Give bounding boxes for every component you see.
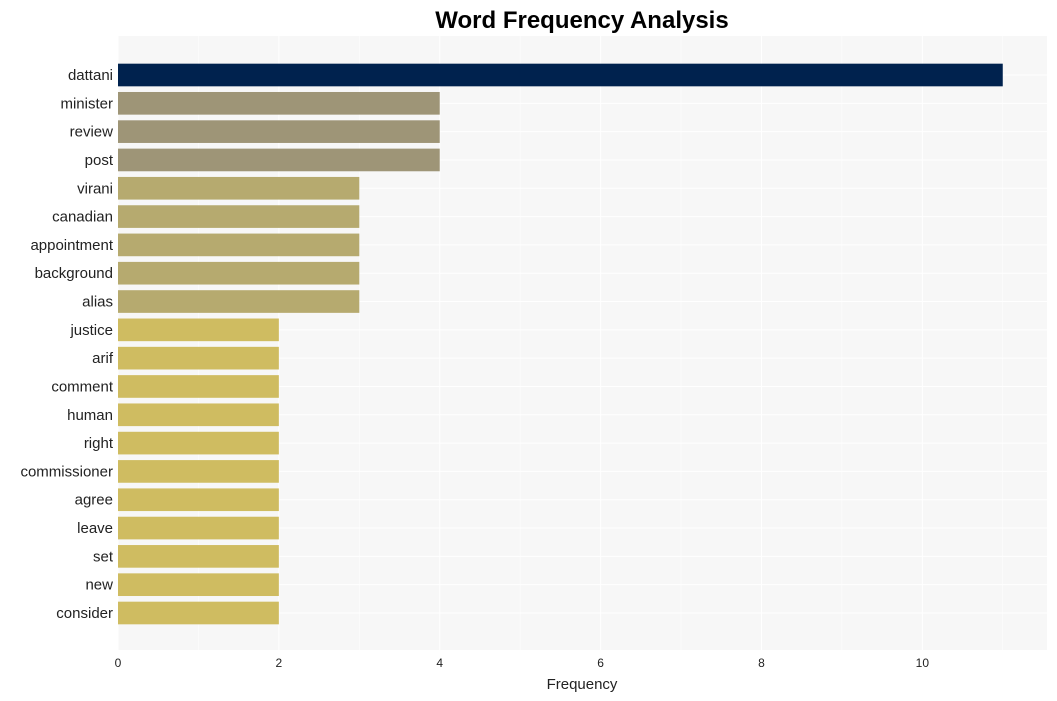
bar-commissioner	[118, 460, 279, 483]
x-tick-label: 10	[916, 656, 930, 670]
y-tick-label-leave: leave	[77, 520, 113, 537]
y-tick-label-justice: justice	[69, 322, 113, 339]
y-tick-label-virani: virani	[77, 180, 113, 197]
y-tick-label-background: background	[35, 265, 113, 282]
bar-appointment	[118, 233, 360, 257]
bar-set	[118, 545, 279, 568]
x-tick-labels: 0 2 4 6 8 10	[115, 656, 930, 670]
y-tick-label-post: post	[85, 152, 114, 169]
x-tick-label: 4	[436, 656, 443, 670]
y-tick-label-appointment: appointment	[30, 237, 113, 254]
chart-title: Word Frequency Analysis	[435, 7, 728, 34]
bar-agree	[118, 488, 279, 512]
y-tick-label-minister: minister	[60, 95, 113, 112]
bar-minister	[118, 91, 440, 115]
bar-alias	[118, 290, 360, 313]
y-tick-label-human: human	[67, 407, 113, 424]
x-tick-label: 8	[758, 656, 765, 670]
y-tick-label-canadian: canadian	[52, 209, 113, 226]
bar-dattani	[118, 63, 1003, 87]
bar-consider	[118, 601, 279, 625]
y-tick-label-arif: arif	[92, 350, 114, 367]
bar-right	[118, 431, 279, 455]
word-frequency-chart: dattani minister review post virani canadian a…	[20, 7, 1047, 693]
bar-post	[118, 148, 440, 172]
bar-justice	[118, 318, 279, 342]
y-tick-label-set: set	[93, 548, 114, 565]
bar-human	[118, 403, 279, 427]
y-tick-label-right: right	[84, 435, 114, 452]
bar-comment	[118, 375, 279, 398]
bar-leave	[118, 516, 279, 540]
y-tick-label-consider: consider	[56, 605, 113, 622]
bar-new	[118, 573, 279, 597]
bar-canadian	[118, 205, 360, 228]
bar-arif	[118, 346, 279, 370]
y-tick-label-new: new	[85, 577, 113, 594]
y-tick-label-alias: alias	[82, 294, 113, 311]
y-tick-labels: dattani minister review post virani canadian a…	[20, 67, 113, 622]
y-tick-label-comment: comment	[51, 378, 114, 395]
y-tick-label-commissioner: commissioner	[20, 463, 113, 480]
y-tick-label-review: review	[70, 124, 114, 141]
x-tick-label: 0	[115, 656, 122, 670]
bar-review	[118, 120, 440, 143]
bar-background	[118, 261, 360, 285]
bar-virani	[118, 176, 360, 200]
x-axis-label: Frequency	[547, 676, 618, 693]
y-tick-label-dattani: dattani	[68, 67, 113, 84]
x-tick-label: 6	[597, 656, 604, 670]
x-tick-label: 2	[276, 656, 283, 670]
y-tick-label-agree: agree	[75, 492, 113, 509]
